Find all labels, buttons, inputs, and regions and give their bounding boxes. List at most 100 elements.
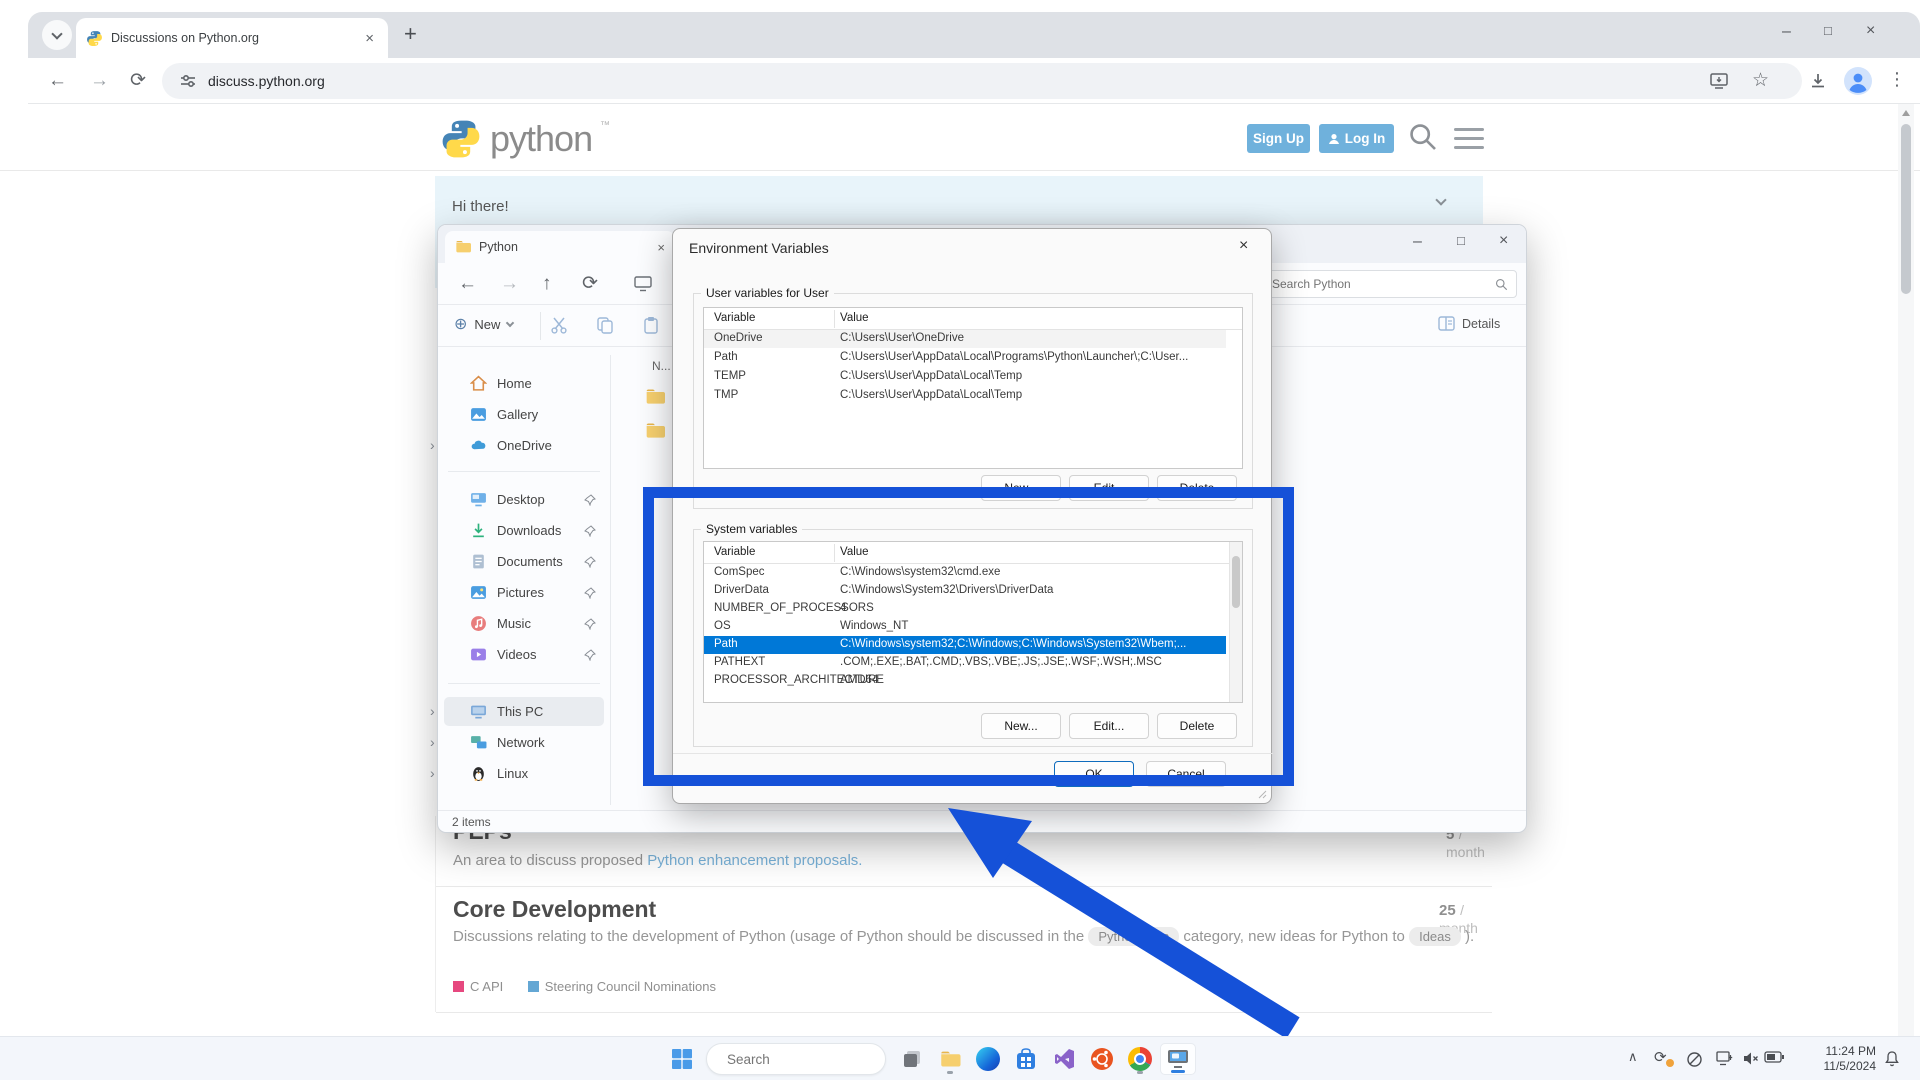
sidebar-item-pictures[interactable]: Pictures: [444, 578, 604, 607]
sidebar-item-this-pc[interactable]: › This PC: [444, 697, 604, 726]
store-button[interactable]: [1010, 1043, 1042, 1075]
sidebar-item-gallery[interactable]: Gallery: [444, 400, 604, 429]
paste-icon[interactable]: [642, 316, 660, 334]
system-properties-button[interactable]: [1160, 1043, 1196, 1075]
table-row[interactable]: OneDriveC:\Users\User\OneDrive: [704, 330, 1226, 348]
forward-button[interactable]: →: [90, 71, 109, 90]
expander-icon[interactable]: ›: [430, 437, 435, 453]
start-button[interactable]: [666, 1043, 698, 1075]
edge-button[interactable]: [972, 1043, 1004, 1075]
clock-date: 11/5/2024: [1824, 1059, 1877, 1074]
banner-collapse-icon[interactable]: [1435, 194, 1446, 205]
copy-icon[interactable]: [596, 316, 614, 334]
window-close-button[interactable]: ×: [1866, 23, 1875, 39]
sidebar-item-onedrive[interactable]: › OneDrive: [444, 431, 604, 460]
sidebar-item-desktop[interactable]: Desktop: [444, 485, 604, 514]
explorer-search-box[interactable]: [1263, 270, 1517, 298]
sidebar-item-videos[interactable]: Videos: [444, 640, 604, 669]
chrome-button[interactable]: [1124, 1043, 1156, 1075]
back-button[interactable]: ←: [48, 71, 67, 90]
browser-tab[interactable]: Discussions on Python.org ×: [76, 18, 388, 58]
sidebar-item-linux[interactable]: › Linux: [444, 759, 604, 788]
privacy-blocked-icon[interactable]: [1686, 1051, 1703, 1068]
explorer-close-button[interactable]: ×: [1499, 233, 1508, 249]
resize-grip[interactable]: [1257, 789, 1267, 799]
tab-search-button[interactable]: [42, 20, 72, 50]
visual-studio-button[interactable]: [1048, 1043, 1080, 1075]
scrollbar-thumb[interactable]: [1901, 124, 1911, 294]
profile-avatar[interactable]: [1843, 66, 1873, 96]
site-settings-icon[interactable]: [180, 73, 196, 89]
window-minimize-button[interactable]: –: [1782, 24, 1791, 40]
explorer-tab[interactable]: Python ×: [445, 231, 675, 263]
running-indicator: [947, 1071, 953, 1074]
pin-icon: [584, 649, 596, 661]
expander-icon[interactable]: ›: [430, 734, 435, 750]
table-row[interactable]: PathC:\Users\User\AppData\Local\Programs…: [704, 349, 1226, 367]
ideas-badge[interactable]: Ideas: [1409, 927, 1461, 946]
forum-search-icon[interactable]: [1408, 122, 1438, 152]
ubuntu-button[interactable]: [1086, 1043, 1118, 1075]
taskbar-search[interactable]: [706, 1043, 886, 1075]
window-maximize-button[interactable]: □: [1824, 24, 1832, 37]
notification-bell-icon[interactable]: [1884, 1050, 1900, 1067]
explorer-tab-close-icon[interactable]: ×: [657, 240, 665, 255]
sidebar-item-downloads[interactable]: Downloads: [444, 516, 604, 545]
dialog-close-icon[interactable]: ×: [1239, 237, 1248, 255]
sidebar-item-network[interactable]: › Network: [444, 728, 604, 757]
taskbar-search-input[interactable]: [727, 1052, 904, 1067]
python-wordmark[interactable]: python: [490, 118, 592, 160]
bookmark-star-icon[interactable]: ☆: [1752, 69, 1769, 92]
volume-muted-icon[interactable]: [1742, 1051, 1759, 1066]
sidebar-item-music[interactable]: Music: [444, 609, 604, 638]
new-tab-button[interactable]: +: [404, 21, 417, 47]
peps-link[interactable]: Python enhancement proposals.: [647, 852, 862, 869]
explorer-refresh-icon[interactable]: ⟳: [582, 274, 598, 293]
tray-expand-icon[interactable]: ∧: [1628, 1049, 1638, 1065]
tab-close-icon[interactable]: ×: [361, 30, 378, 47]
scroll-up-arrow[interactable]: [1902, 110, 1910, 116]
file-explorer-button[interactable]: [934, 1043, 966, 1075]
address-bar[interactable]: discuss.python.org ☆: [162, 63, 1802, 99]
pin-icon: [584, 494, 596, 506]
user-variables-table[interactable]: Variable Value OneDriveC:\Users\User\One…: [703, 307, 1243, 469]
taskbar-clock[interactable]: 11:24 PM 11/5/2024: [1824, 1044, 1877, 1074]
c-api-tag[interactable]: C API: [470, 979, 503, 994]
battery-icon[interactable]: [1764, 1051, 1784, 1063]
explorer-forward-icon[interactable]: →: [500, 274, 519, 293]
new-menu-button[interactable]: ⊕ New: [454, 314, 513, 334]
explorer-up-icon[interactable]: ↑: [542, 274, 552, 293]
downloads-icon[interactable]: [1808, 71, 1828, 91]
sign-up-button[interactable]: Sign Up: [1247, 124, 1310, 153]
explorer-maximize-button[interactable]: □: [1457, 234, 1465, 247]
url-text[interactable]: discuss.python.org: [208, 73, 325, 89]
explorer-search-input[interactable]: [1272, 277, 1495, 291]
table-row[interactable]: TMPC:\Users\User\AppData\Local\Temp: [704, 387, 1226, 405]
page-scrollbar[interactable]: [1898, 104, 1914, 1036]
steering-tag[interactable]: Steering Council Nominations: [545, 979, 716, 994]
log-in-button[interactable]: Log In: [1319, 124, 1394, 153]
save-to-device-icon[interactable]: [1710, 72, 1728, 90]
folder-item-icon[interactable]: [644, 387, 666, 407]
refresh-button[interactable]: ⟳: [130, 71, 146, 90]
expander-icon[interactable]: ›: [430, 703, 435, 719]
desktop-icon: [470, 491, 487, 508]
browser-menu-icon[interactable]: ⋮: [1888, 69, 1906, 90]
sidebar-item-home[interactable]: Home: [444, 369, 604, 398]
details-button[interactable]: Details: [1438, 316, 1500, 331]
explorer-minimize-button[interactable]: –: [1413, 234, 1422, 250]
sync-icon[interactable]: ⟳: [1654, 1048, 1667, 1066]
task-view-button[interactable]: [896, 1043, 928, 1075]
folder-item-icon[interactable]: [644, 421, 666, 441]
cut-icon[interactable]: [550, 316, 568, 334]
python-logo[interactable]: [440, 118, 482, 160]
network-icon[interactable]: [1716, 1051, 1734, 1067]
python-help-badge[interactable]: Python Help: [1088, 927, 1179, 946]
core-development-title[interactable]: Core Development: [453, 896, 656, 923]
hamburger-menu-icon[interactable]: [1454, 128, 1484, 149]
expander-icon[interactable]: ›: [430, 765, 435, 781]
explorer-back-icon[interactable]: ←: [458, 274, 477, 293]
sidebar-item-documents[interactable]: Documents: [444, 547, 604, 576]
table-row[interactable]: TEMPC:\Users\User\AppData\Local\Temp: [704, 368, 1226, 386]
name-column-header[interactable]: N...: [652, 359, 671, 373]
